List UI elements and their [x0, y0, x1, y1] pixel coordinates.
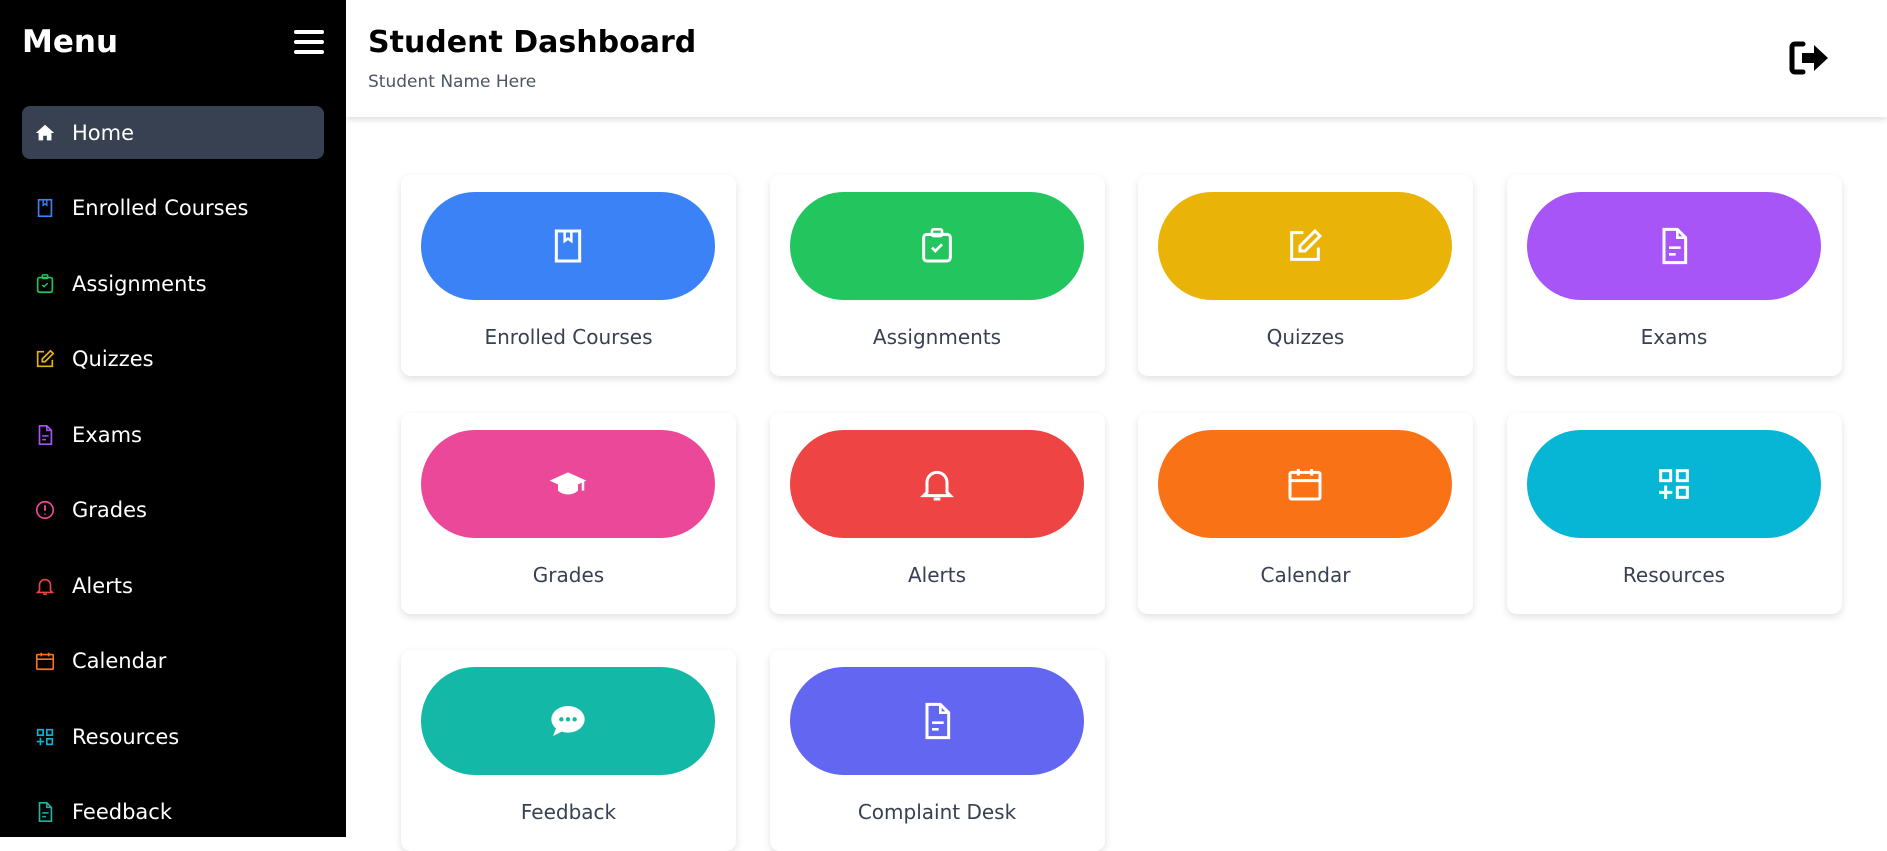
menu-title: Menu — [22, 24, 119, 60]
bell-icon — [919, 470, 954, 500]
grid-plus-icon — [36, 728, 54, 745]
sidebar-item-label: Alerts — [72, 573, 133, 598]
card-label: Feedback — [520, 800, 617, 824]
sidebar-item-label: Calendar — [72, 649, 167, 673]
logout-icon[interactable] — [1789, 40, 1831, 76]
card-icon-pill — [789, 429, 1084, 538]
sidebar-item-label: Enrolled Courses — [72, 196, 249, 220]
card-feedback[interactable]: Feedback — [401, 650, 736, 851]
document-icon — [38, 802, 53, 822]
card-icon-pill — [789, 192, 1084, 300]
card-icon-pill — [1526, 192, 1821, 300]
sidebar-item-assignments[interactable]: Assignments — [22, 257, 324, 310]
card-icon-pill — [1158, 429, 1452, 538]
grid-plus-icon — [1658, 468, 1689, 499]
sidebar-item-quizzes[interactable]: Quizzes — [22, 333, 324, 386]
sidebar-item-home[interactable]: Home — [22, 106, 324, 159]
card-resources[interactable]: Resources — [1506, 412, 1842, 614]
clipboard-check-icon — [36, 273, 54, 293]
alert-circle-icon — [35, 500, 55, 520]
card-icon-pill — [421, 429, 715, 538]
chat-icon — [551, 706, 585, 736]
card-label: Calendar — [1260, 562, 1351, 587]
card-complaint-desk[interactable]: Complaint Desk — [769, 650, 1105, 851]
card-label: Resources — [1622, 562, 1726, 587]
home-icon — [35, 124, 55, 140]
edit-icon — [36, 349, 55, 368]
card-label: Alerts — [907, 562, 967, 587]
page-title: Student Dashboard — [368, 25, 697, 60]
sidebar: Menu Home Enrolled Courses Assignments Quiz… — [0, 0, 346, 837]
clipboard-check-icon — [921, 228, 952, 263]
card-label: Enrolled Courses — [484, 325, 653, 349]
sidebar-item-exams[interactable]: Exams — [22, 408, 324, 461]
sidebar-item-feedback[interactable]: Feedback — [22, 786, 324, 839]
card-enrolled-courses[interactable]: Enrolled Courses — [401, 175, 736, 376]
card-icon-pill — [421, 192, 715, 300]
bell-icon — [35, 578, 55, 595]
document-icon — [925, 702, 950, 740]
card-label: Exams — [1640, 325, 1708, 349]
graduation-cap-icon — [549, 471, 587, 494]
sidebar-item-label: Grades — [72, 498, 147, 522]
student-name: Student Name Here — [368, 72, 537, 92]
sidebar-item-label: Exams — [72, 422, 142, 447]
card-icon-pill — [421, 667, 715, 775]
sidebar-item-label: Quizzes — [72, 347, 154, 371]
sidebar-item-label: Home — [72, 120, 135, 145]
header: Student Dashboard Student Name Here — [346, 0, 1887, 117]
calendar-icon — [35, 652, 55, 671]
card-alerts[interactable]: Alerts — [769, 412, 1105, 614]
sidebar-item-label: Feedback — [72, 800, 173, 824]
card-exams[interactable]: Exams — [1506, 175, 1842, 376]
card-label: Assignments — [872, 325, 1002, 349]
card-assignments[interactable]: Assignments — [769, 175, 1105, 376]
card-calendar[interactable]: Calendar — [1138, 412, 1473, 614]
sidebar-item-enrolled-courses[interactable]: Enrolled Courses — [22, 182, 324, 235]
sidebar-item-label: Assignments — [72, 271, 207, 296]
sidebar-item-alerts[interactable]: Alerts — [22, 559, 324, 612]
edit-icon — [1290, 228, 1323, 261]
card-icon-pill — [1158, 192, 1452, 300]
book-icon — [554, 229, 582, 263]
card-label: Complaint Desk — [857, 800, 1017, 824]
sidebar-item-resources[interactable]: Resources — [22, 710, 324, 763]
card-label: Quizzes — [1266, 325, 1345, 349]
card-quizzes[interactable]: Quizzes — [1138, 175, 1473, 376]
card-icon-pill — [789, 667, 1084, 775]
sidebar-item-calendar[interactable]: Calendar — [22, 635, 324, 688]
card-grades[interactable]: Grades — [401, 412, 736, 614]
sidebar-item-label: Resources — [72, 724, 180, 749]
hamburger-menu-icon[interactable] — [294, 30, 324, 54]
document-icon — [1662, 227, 1687, 265]
document-icon — [38, 424, 53, 445]
card-icon-pill — [1526, 429, 1821, 538]
card-label: Grades — [532, 562, 605, 587]
book-icon — [37, 198, 53, 218]
sidebar-item-grades[interactable]: Grades — [22, 484, 324, 537]
calendar-icon — [1288, 468, 1322, 500]
